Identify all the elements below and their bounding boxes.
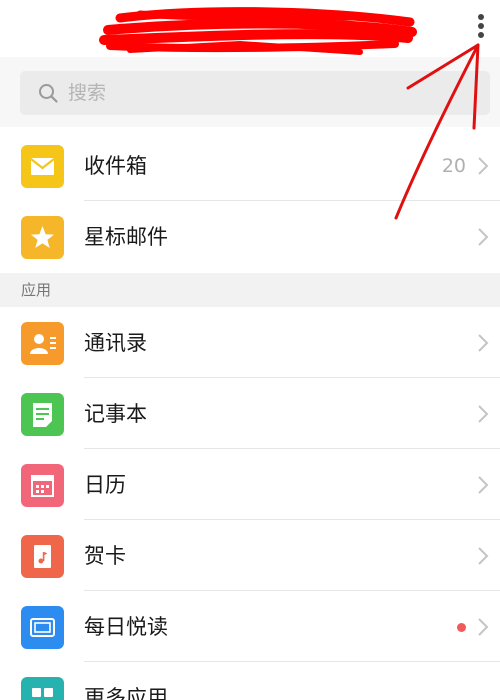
vertical-ellipsis-icon <box>478 32 484 38</box>
more-menu-button[interactable] <box>466 8 494 44</box>
greeting-card-label: 贺卡 <box>84 544 126 568</box>
inbox-label: 收件箱 <box>84 154 147 178</box>
daily-reading-label: 每日悦读 <box>84 615 168 639</box>
divider <box>84 377 500 378</box>
apps-section-header: 应用 <box>0 273 500 307</box>
notepad-label: 记事本 <box>84 402 147 426</box>
chevron-right-icon <box>478 476 489 494</box>
list-item-daily-reading[interactable]: 每日悦读 <box>0 592 500 662</box>
chevron-right-icon <box>478 547 489 565</box>
search-placeholder: 搜索 <box>68 82 107 104</box>
section-title: 应用 <box>21 281 52 299</box>
app-header <box>0 0 500 58</box>
list-item-greeting-card[interactable]: 贺卡 <box>0 521 500 591</box>
contacts-label: 通讯录 <box>84 331 147 355</box>
divider <box>84 448 500 449</box>
vertical-ellipsis-icon <box>478 23 484 29</box>
list-item-more-apps[interactable]: 更多应用 <box>0 663 500 700</box>
chevron-right-icon <box>478 405 489 423</box>
chevron-right-icon <box>478 228 489 246</box>
mail-app-screen: 搜索 收件箱 20 星标邮件 应用 通讯录 记事本 日历 贺卡 每日悦读 更多应… <box>0 0 500 700</box>
daily-reading-icon <box>21 606 64 649</box>
list-item-notepad[interactable]: 记事本 <box>0 379 500 449</box>
chevron-right-icon <box>478 618 489 636</box>
list-item-starred[interactable]: 星标邮件 <box>0 202 500 272</box>
inbox-envelope-icon <box>21 145 64 188</box>
calendar-icon <box>21 464 64 507</box>
search-input[interactable]: 搜索 <box>20 71 490 115</box>
more-apps-label: 更多应用 <box>84 686 168 700</box>
divider <box>84 200 500 201</box>
list-item-calendar[interactable]: 日历 <box>0 450 500 520</box>
star-icon <box>21 216 64 259</box>
greeting-card-icon <box>21 535 64 578</box>
calendar-label: 日历 <box>84 473 126 497</box>
search-icon <box>39 84 58 103</box>
vertical-ellipsis-icon <box>478 14 484 20</box>
new-content-dot <box>457 623 466 632</box>
list-item-contacts[interactable]: 通讯录 <box>0 308 500 378</box>
more-apps-icon <box>21 677 64 700</box>
divider <box>84 661 500 662</box>
chevron-right-icon <box>478 157 489 175</box>
divider <box>84 519 500 520</box>
list-item-inbox[interactable]: 收件箱 20 <box>0 131 500 201</box>
notepad-icon <box>21 393 64 436</box>
divider <box>84 590 500 591</box>
search-area: 搜索 <box>0 57 500 127</box>
starred-label: 星标邮件 <box>84 225 168 249</box>
chevron-right-icon <box>478 334 489 352</box>
inbox-unread-count: 20 <box>441 155 466 177</box>
contacts-icon <box>21 322 64 365</box>
